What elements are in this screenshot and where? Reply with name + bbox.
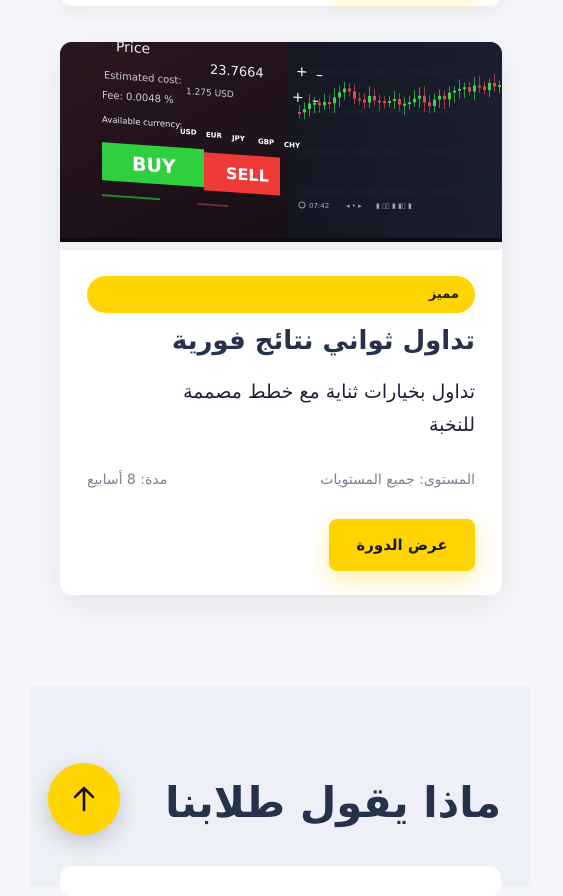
candle-body: [328, 102, 331, 105]
course-card: Price 23.7664 + – Estimated cost: 1.275 …: [60, 42, 502, 595]
candle-body: [338, 92, 341, 98]
candle-body: [408, 102, 411, 105]
candle-body: [298, 112, 301, 114]
svg-text:–: –: [312, 93, 319, 109]
candle-body: [493, 82, 496, 87]
featured-badge: مميز: [87, 276, 475, 313]
candle-body: [473, 85, 476, 92]
testimonials-title: ماذا يقول طلابنا: [165, 778, 501, 827]
candle-body: [353, 91, 356, 99]
image-base-strip: [60, 242, 502, 250]
course-duration: مدة: 8 أسابيع: [87, 472, 168, 488]
svg-text:–: –: [316, 67, 323, 83]
currency-label: USD: [180, 128, 197, 137]
candle-body: [468, 87, 471, 92]
candle-body: [368, 95, 371, 103]
candle-body: [383, 101, 386, 104]
time-readout: 07:42: [309, 202, 329, 210]
course-image: Price 23.7664 + – Estimated cost: 1.275 …: [60, 42, 502, 244]
candle-body: [453, 90, 456, 93]
candle-body: [498, 85, 501, 88]
scroll-to-top-button[interactable]: [48, 763, 120, 835]
course-level: المستوى: جميع المستويات: [320, 472, 475, 488]
currency-label: GBP: [258, 138, 274, 147]
currency-label: CHY: [284, 141, 301, 150]
svg-text:+: +: [292, 89, 304, 106]
candle-body: [413, 98, 416, 103]
candle-body: [343, 88, 346, 93]
candle-body: [448, 92, 451, 100]
course-description: تداول بخيارات ثناية مع خطط مصممة للنخبة: [183, 381, 475, 436]
candle-body: [423, 95, 426, 103]
sell-label: SELL: [226, 164, 269, 186]
candle-body: [308, 103, 311, 110]
svg-text:+: +: [296, 64, 308, 81]
course-meta: المستوى: جميع المستويات مدة: 8 أسابيع: [87, 472, 475, 488]
candle-body: [438, 95, 441, 100]
testimonial-card-edge: [60, 866, 501, 896]
candle-body: [333, 97, 336, 104]
candle-body: [363, 99, 366, 103]
candle-body: [388, 100, 391, 103]
price-label: Price: [116, 42, 150, 57]
candle-body: [303, 109, 306, 113]
candle-body: [403, 103, 406, 106]
course-title: تداول ثواني نتائج فورية: [171, 326, 475, 356]
buy-label: BUY: [132, 153, 176, 178]
view-course-button[interactable]: عرض الدورة: [329, 519, 475, 571]
candle-body: [358, 98, 361, 101]
previous-button-glow: [330, 0, 480, 6]
candle-body: [418, 95, 421, 99]
svg-text:▮ ▯▯ ▮ ▮▯ ▮: ▮ ▯▯ ▮ ▮▯ ▮: [376, 202, 412, 210]
candle-body: [428, 102, 431, 107]
candle-body: [373, 95, 376, 101]
featured-badge-label: مميز: [428, 287, 459, 302]
currency-label: EUR: [206, 131, 222, 140]
svg-text:◂ • ▸: ◂ • ▸: [346, 202, 362, 210]
candle-body: [433, 99, 436, 107]
candle-body: [483, 86, 486, 90]
candle-body: [458, 88, 461, 91]
candle-body: [323, 102, 326, 106]
candle-body: [398, 98, 401, 105]
currency-label: JPY: [231, 134, 246, 143]
candle-body: [348, 88, 351, 92]
candle-body: [463, 87, 466, 90]
arrow-up-icon: [73, 786, 95, 812]
candle-body: [478, 85, 481, 88]
candle-body: [488, 82, 491, 90]
candle-body: [378, 100, 381, 103]
candle-body: [443, 95, 446, 100]
candle-body: [393, 98, 396, 101]
